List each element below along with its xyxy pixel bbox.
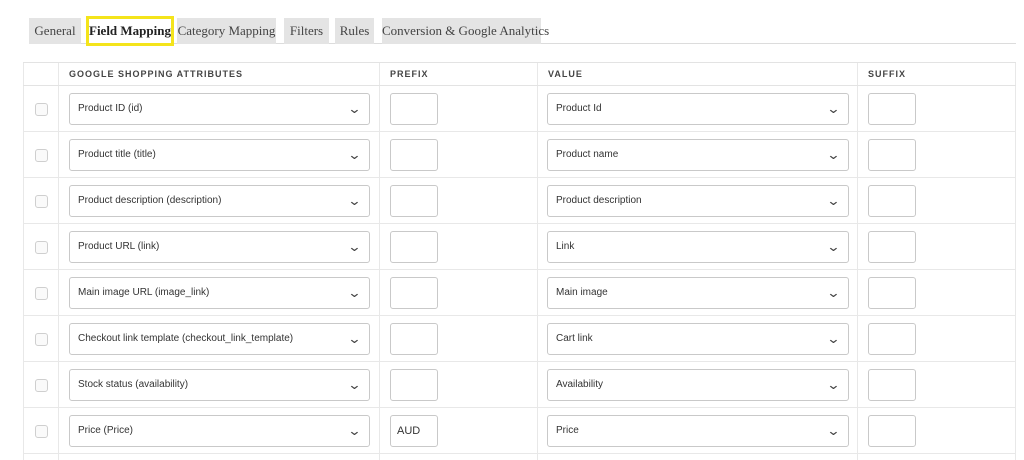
row-checkbox[interactable] (35, 287, 48, 300)
attribute-select-value: Product description (description) (78, 195, 222, 206)
attribute-select[interactable]: Checkout link template (checkout_link_te… (69, 323, 370, 355)
table-row: Price (Price) ⌄ AUD Price ⌄ (23, 408, 1016, 454)
value-select[interactable]: Cart link ⌄ (547, 323, 849, 355)
value-select-value: Cart link (556, 333, 593, 344)
tab-field-mapping[interactable]: Field Mapping (86, 16, 174, 46)
table-row: Product title (title) ⌄ Product name ⌄ (23, 132, 1016, 178)
table-row: Checkout link template (checkout_link_te… (23, 316, 1016, 362)
table-header: GOOGLE SHOPPING ATTRIBUTES PREFIX VALUE … (23, 63, 1016, 86)
value-select[interactable]: Link ⌄ (547, 231, 849, 263)
header-attributes: GOOGLE SHOPPING ATTRIBUTES (69, 69, 244, 79)
table-row: Product URL (link) ⌄ Link ⌄ (23, 224, 1016, 270)
suffix-input[interactable] (868, 277, 916, 309)
tab-rules[interactable]: Rules (335, 18, 374, 44)
prefix-input[interactable] (390, 185, 438, 217)
table-row: Product description (description) ⌄ Produ… (23, 178, 1016, 224)
row-checkbox[interactable] (35, 241, 48, 254)
chevron-down-icon: ⌄ (826, 331, 841, 346)
attribute-select[interactable]: Price (Price) ⌄ (69, 415, 370, 447)
value-select[interactable]: Main image ⌄ (547, 277, 849, 309)
suffix-input[interactable] (868, 231, 916, 263)
attribute-select-value: Stock status (availability) (78, 379, 189, 390)
tab-conversion-google-analytics[interactable]: Conversion & Google Analytics (382, 18, 549, 44)
tab-category-mapping[interactable]: Category Mapping (177, 18, 276, 44)
suffix-input[interactable] (868, 323, 916, 355)
attribute-select-value: Main image URL (image_link) (78, 287, 210, 298)
table-row: Stock status (availability) ⌄ Availabilit… (23, 362, 1016, 408)
chevron-down-icon: ⌄ (826, 147, 841, 162)
header-prefix: PREFIX (390, 69, 429, 79)
value-select-value: Availability (556, 379, 604, 390)
chevron-down-icon: ⌄ (347, 193, 362, 208)
table-row: Main image URL (image_link) ⌄ Main image ⌄ (23, 270, 1016, 316)
header-suffix: SUFFIX (868, 69, 907, 79)
field-mapping-table: GOOGLE SHOPPING ATTRIBUTES PREFIX VALUE … (23, 62, 1016, 454)
value-select-value: Product description (556, 195, 642, 206)
attribute-select-value: Product title (title) (78, 149, 156, 160)
attribute-select[interactable]: Product description (description) ⌄ (69, 185, 370, 217)
chevron-down-icon: ⌄ (826, 423, 841, 438)
header-value: VALUE (548, 69, 583, 79)
value-select[interactable]: Product Id ⌄ (547, 93, 849, 125)
row-checkbox[interactable] (35, 379, 48, 392)
suffix-input[interactable] (868, 415, 916, 447)
prefix-input[interactable] (390, 139, 438, 171)
chevron-down-icon: ⌄ (347, 147, 362, 162)
prefix-input[interactable] (390, 277, 438, 309)
suffix-input[interactable] (868, 93, 916, 125)
value-select-value: Main image (556, 287, 608, 298)
suffix-input[interactable] (868, 139, 916, 171)
prefix-input[interactable]: AUD (390, 415, 438, 447)
value-select-value: Product Id (556, 103, 602, 114)
attribute-select-value: Price (Price) (78, 425, 134, 436)
chevron-down-icon: ⌄ (347, 423, 362, 438)
tab-filters[interactable]: Filters (284, 18, 329, 44)
chevron-down-icon: ⌄ (347, 377, 362, 392)
chevron-down-icon: ⌄ (826, 239, 841, 254)
attribute-select-value: Product ID (id) (78, 103, 143, 114)
prefix-input[interactable] (390, 231, 438, 263)
row-checkbox[interactable] (35, 333, 48, 346)
chevron-down-icon: ⌄ (347, 101, 362, 116)
value-select-value: Product name (556, 149, 619, 160)
prefix-input[interactable] (390, 323, 438, 355)
table-row: Product ID (id) ⌄ Product Id ⌄ (23, 86, 1016, 132)
value-select-value: Link (556, 241, 575, 252)
prefix-input[interactable] (390, 93, 438, 125)
row-checkbox[interactable] (35, 195, 48, 208)
suffix-input[interactable] (868, 185, 916, 217)
value-select[interactable]: Product description ⌄ (547, 185, 849, 217)
suffix-input[interactable] (868, 369, 916, 401)
value-select-value: Price (556, 425, 579, 436)
prefix-input[interactable] (390, 369, 438, 401)
attribute-select[interactable]: Product URL (link) ⌄ (69, 231, 370, 263)
attribute-select[interactable]: Main image URL (image_link) ⌄ (69, 277, 370, 309)
row-checkbox[interactable] (35, 425, 48, 438)
chevron-down-icon: ⌄ (347, 331, 362, 346)
chevron-down-icon: ⌄ (347, 239, 362, 254)
chevron-down-icon: ⌄ (826, 377, 841, 392)
attribute-select[interactable]: Stock status (availability) ⌄ (69, 369, 370, 401)
chevron-down-icon: ⌄ (826, 193, 841, 208)
row-checkbox[interactable] (35, 103, 48, 116)
row-checkbox[interactable] (35, 149, 48, 162)
value-select[interactable]: Availability ⌄ (547, 369, 849, 401)
chevron-down-icon: ⌄ (826, 285, 841, 300)
attribute-select[interactable]: Product title (title) ⌄ (69, 139, 370, 171)
attribute-select-value: Checkout link template (checkout_link_te… (78, 333, 294, 344)
value-select[interactable]: Product name ⌄ (547, 139, 849, 171)
value-select[interactable]: Price ⌄ (547, 415, 849, 447)
tab-general[interactable]: General (29, 18, 81, 44)
attribute-select[interactable]: Product ID (id) ⌄ (69, 93, 370, 125)
attribute-select-value: Product URL (link) (78, 241, 160, 252)
chevron-down-icon: ⌄ (826, 101, 841, 116)
chevron-down-icon: ⌄ (347, 285, 362, 300)
tab-bar: General Field Mapping Category Mapping F… (29, 16, 1016, 46)
